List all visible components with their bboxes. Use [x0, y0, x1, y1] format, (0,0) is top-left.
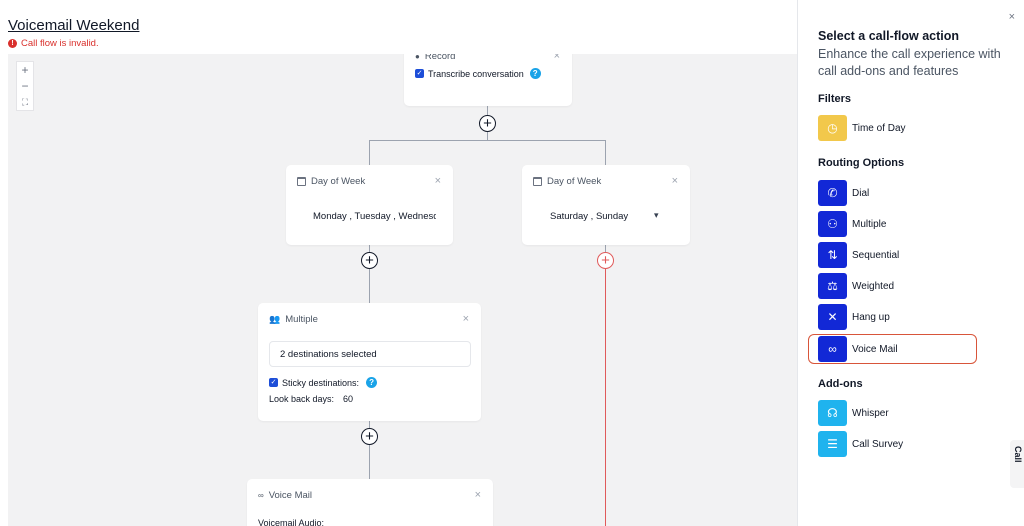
multiple-node-header: 👥 Multiple [269, 314, 318, 325]
mic-icon: ● [415, 54, 420, 61]
add-step-button[interactable]: + [361, 428, 378, 445]
connector [605, 140, 606, 165]
connector [487, 132, 488, 140]
voicemail-audio-label: Voicemail Audio: [258, 518, 325, 526]
flow-canvas[interactable]: + − ⛶ ● Record × ✓ Transcribe conversati… [8, 54, 797, 526]
connector [369, 245, 370, 252]
connector [369, 444, 370, 479]
action-label: Weighted [852, 280, 895, 292]
lookback-row: Look back days: 60 [269, 394, 353, 404]
action-label: Multiple [852, 218, 887, 230]
flow-title[interactable]: Voicemail Weekend [8, 17, 139, 34]
hang-up-icon: ✕ [818, 304, 847, 330]
add-step-button[interactable]: + [361, 252, 378, 269]
flow-error: ! Call flow is invalid. [8, 38, 99, 49]
call-side-tab[interactable]: Call [1010, 440, 1024, 488]
sticky-label: Sticky destinations: [282, 377, 360, 388]
action-label: Whisper [852, 407, 889, 419]
day-of-week-node[interactable]: Day of Week × Saturday , Sunday ▾ [522, 165, 690, 245]
action-time-of-day[interactable]: ◷ Time of Day [818, 115, 906, 141]
survey-icon: ☰ [818, 431, 847, 457]
record-node[interactable]: ● Record × ✓ Transcribe conversation ? [404, 54, 572, 106]
clock-icon: ◷ [818, 115, 847, 141]
addons-heading: Add-ons [818, 378, 863, 390]
action-multiple[interactable]: ⚇ Multiple [818, 211, 886, 237]
scale-icon: ⚖ [818, 273, 847, 299]
action-hang-up[interactable]: ✕ Hang up [818, 304, 890, 330]
action-dial[interactable]: ✆ Dial [818, 180, 869, 206]
connector [369, 421, 370, 428]
sticky-checkbox[interactable]: ✓ [269, 378, 278, 387]
day-of-week-label: Day of Week [311, 176, 366, 187]
zoom-in-button[interactable]: + [17, 62, 33, 78]
record-node-header: ● Record [415, 54, 455, 62]
day-of-week-close-icon[interactable]: × [435, 175, 441, 187]
lookback-value[interactable]: 60 [343, 394, 353, 404]
calendar-icon [297, 177, 306, 186]
multiple-node-close-icon[interactable]: × [463, 313, 469, 325]
day-of-week-select[interactable]: Saturday , Sunday [550, 211, 650, 222]
zoom-controls: + − ⛶ [16, 61, 34, 111]
sticky-row: ✓ Sticky destinations: ? [269, 377, 378, 388]
action-label: Hang up [852, 311, 890, 323]
voicemail-node-header: ∞ Voice Mail [258, 490, 312, 501]
action-call-survey[interactable]: ☰ Call Survey [818, 431, 903, 457]
connector [369, 268, 370, 303]
connector [369, 140, 606, 141]
connector [605, 245, 606, 252]
invalid-connector [605, 268, 606, 526]
multiple-node-label: Multiple [285, 314, 318, 325]
day-of-week-close-icon[interactable]: × [672, 175, 678, 187]
sort-arrows-icon: ⇅ [818, 242, 847, 268]
voicemail-node-close-icon[interactable]: × [475, 489, 481, 501]
help-icon[interactable]: ? [529, 68, 541, 79]
day-of-week-header: Day of Week [297, 176, 365, 187]
lookback-label: Look back days: [269, 394, 335, 404]
fit-view-button[interactable]: ⛶ [17, 94, 33, 110]
add-step-button[interactable]: + [479, 115, 496, 132]
users-icon: 👥 [269, 314, 281, 324]
day-of-week-header: Day of Week [533, 176, 601, 187]
calendar-icon [533, 177, 542, 186]
headset-icon: ☊ [818, 400, 847, 426]
error-icon: ! [8, 39, 17, 48]
action-panel: × Select a call-flow action Enhance the … [797, 0, 1024, 526]
panel-title: Select a call-flow action [818, 29, 960, 43]
action-sequential[interactable]: ⇅ Sequential [818, 242, 899, 268]
action-label: Sequential [852, 249, 900, 261]
action-weighted[interactable]: ⚖ Weighted [818, 273, 894, 299]
add-step-button-invalid[interactable]: + [597, 252, 614, 269]
panel-subtitle: Enhance the call experience with call ad… [818, 47, 1001, 78]
transcribe-label: Transcribe conversation [428, 68, 524, 79]
day-of-week-select[interactable]: Monday , Tuesday , Wednesday [313, 211, 436, 222]
routing-heading: Routing Options [818, 157, 905, 169]
zoom-out-button[interactable]: − [17, 78, 33, 94]
voicemail-node-label: Voice Mail [268, 490, 313, 501]
multiple-node[interactable]: 👥 Multiple × 2 destinations selected ✓ S… [258, 303, 481, 421]
action-whisper[interactable]: ☊ Whisper [818, 400, 889, 426]
voicemail-node[interactable]: ∞ Voice Mail × Voicemail Audio: [247, 479, 493, 526]
chevron-down-icon[interactable]: ▾ [654, 210, 659, 221]
call-tab-label: Call [1013, 446, 1023, 463]
day-of-week-node[interactable]: Day of Week × Monday , Tuesday , Wednesd… [286, 165, 453, 245]
filters-heading: Filters [818, 93, 852, 105]
help-icon[interactable]: ? [366, 377, 378, 388]
phone-icon: ✆ [818, 180, 847, 206]
selection-highlight [808, 334, 977, 364]
close-icon[interactable]: × [1009, 11, 1015, 23]
connector [369, 140, 370, 165]
day-of-week-label: Day of Week [547, 176, 602, 187]
users-icon: ⚇ [818, 211, 847, 237]
record-node-close-icon[interactable]: × [554, 54, 560, 62]
action-label: Call Survey [852, 438, 904, 450]
action-label: Dial [852, 187, 870, 199]
record-node-label: Record [424, 54, 456, 62]
transcribe-row: ✓ Transcribe conversation ? [415, 68, 541, 79]
transcribe-checkbox[interactable]: ✓ [415, 69, 424, 78]
voicemail-icon: ∞ [258, 491, 264, 500]
destinations-select[interactable]: 2 destinations selected [269, 341, 471, 367]
action-label: Time of Day [852, 122, 906, 134]
flow-header: Voicemail Weekend ! Call flow is invalid… [0, 0, 797, 54]
error-message: Call flow is invalid. [21, 38, 99, 49]
